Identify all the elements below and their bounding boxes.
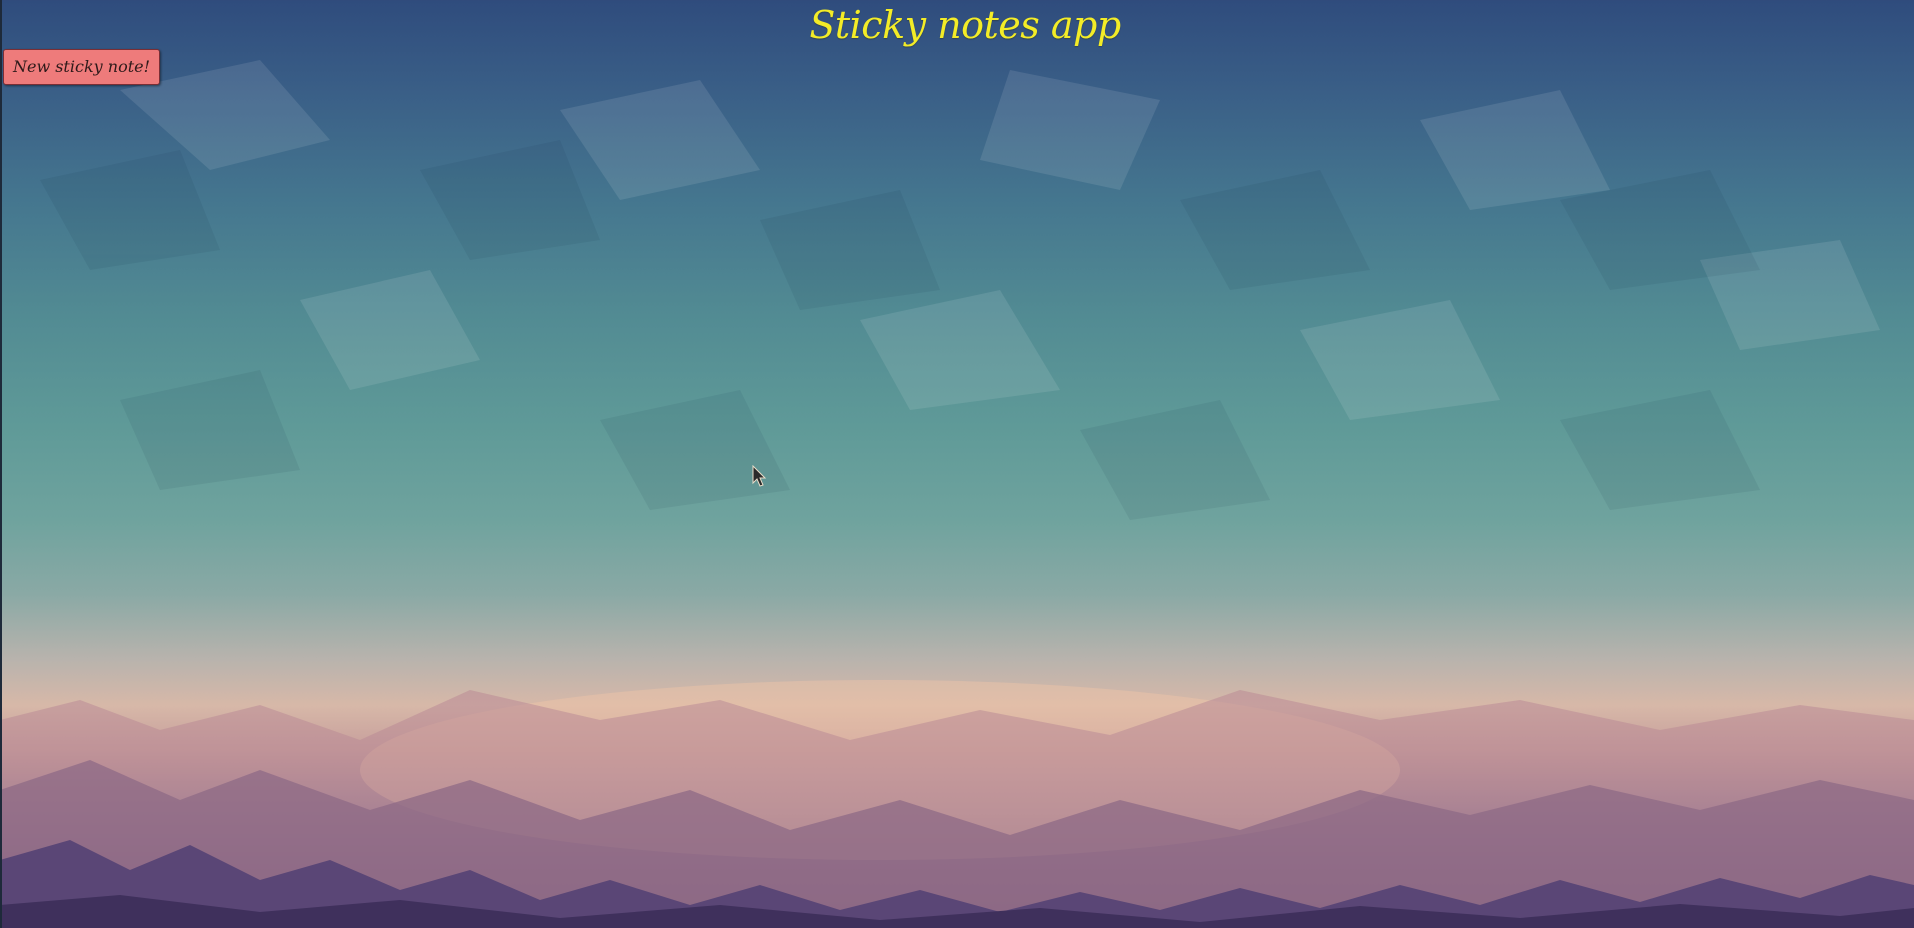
window-left-edge: [0, 0, 2, 928]
new-sticky-note-button[interactable]: New sticky note!: [3, 49, 160, 85]
mouse-pointer-icon: [752, 465, 767, 487]
page-title: Sticky notes app: [809, 3, 1121, 47]
background-landscape: [0, 60, 1914, 928]
